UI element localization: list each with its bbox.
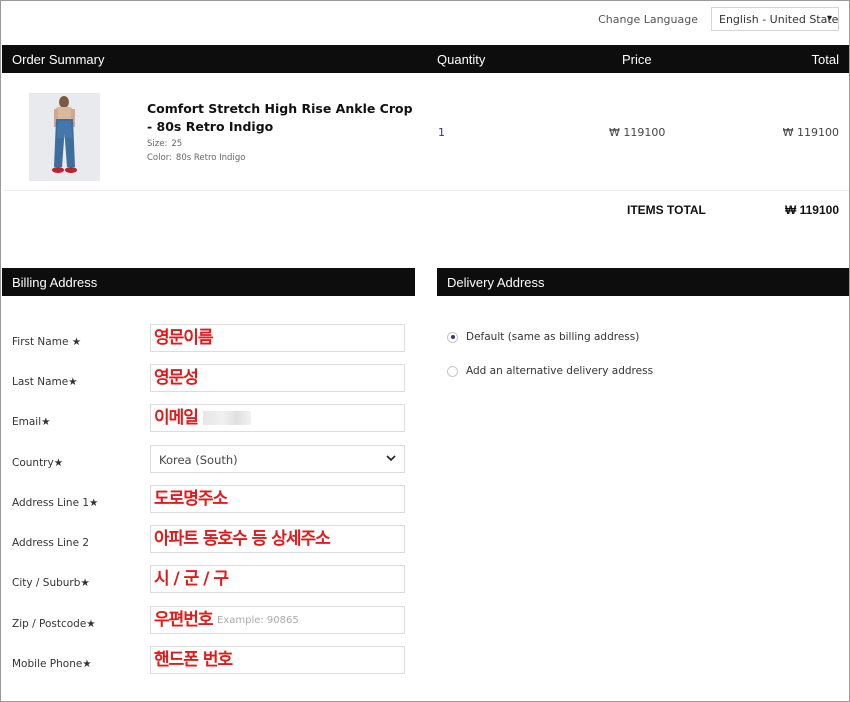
delivery-option-alternative-label: Add an alternative delivery address [466, 365, 654, 377]
zip-label: Zip / Postcode★ [12, 618, 96, 630]
country-row: Country★ Korea (South) [12, 445, 407, 475]
color-label: Color: [147, 153, 172, 163]
product-color: Color: 80s Retro Indigo [147, 153, 245, 163]
change-language-label: Change Language [598, 12, 698, 26]
address-line-2-input[interactable]: 아파트 동호수 등 상세주소 [150, 525, 405, 553]
items-total-value: ₩ 119100 [784, 203, 839, 217]
item-price: ₩ 119100 [609, 126, 666, 139]
order-summary-title: Order Summary [12, 52, 105, 67]
summary-divider [2, 190, 849, 191]
total-column-header: Total [811, 52, 839, 67]
city-annotation: 시 / 군 / 구 [154, 569, 229, 589]
city-row: City / Suburb★ 시 / 군 / 구 [12, 565, 407, 595]
radio-selected-icon[interactable] [447, 331, 458, 343]
zip-placeholder: Example: 90865 [217, 615, 299, 626]
email-label: Email★ [12, 416, 51, 428]
address-line-1-label: Address Line 1★ [12, 497, 99, 509]
email-row: Email★ 이메일 [12, 404, 407, 434]
size-label: Size: [147, 139, 168, 149]
mobile-phone-row: Mobile Phone★ 핸드폰 번호 [12, 646, 407, 676]
order-summary-header: Order Summary Quantity Price Total [2, 45, 849, 73]
first-name-annotation: 영문이름 [154, 328, 214, 348]
country-label: Country★ [12, 457, 64, 469]
first-name-label: First Name ★ [12, 336, 82, 348]
last-name-input[interactable]: 영문성 [150, 364, 405, 392]
size-value: 25 [171, 139, 183, 149]
country-select[interactable]: Korea (South) [150, 445, 405, 473]
last-name-label: Last Name★ [12, 376, 78, 388]
city-input[interactable]: 시 / 군 / 구 [150, 565, 405, 593]
zip-row: Zip / Postcode★ Example: 90865 우편번호 [12, 606, 407, 636]
language-select[interactable]: English - United States ▾ [711, 7, 839, 31]
address-line-2-row: Address Line 2 아파트 동호수 등 상세주소 [12, 525, 407, 555]
address-line-2-annotation: 아파트 동호수 등 상세주소 [154, 529, 331, 549]
item-quantity: 1 [438, 126, 445, 139]
delivery-option-alternative[interactable]: Add an alternative delivery address [447, 365, 653, 377]
color-value: 80s Retro Indigo [175, 153, 246, 163]
items-total-label: ITEMS TOTAL [627, 203, 706, 217]
radio-unselected-icon[interactable] [447, 365, 458, 377]
mobile-phone-label: Mobile Phone★ [12, 658, 92, 670]
email-input[interactable]: 이메일 [150, 404, 405, 432]
city-label: City / Suburb★ [12, 577, 90, 589]
last-name-row: Last Name★ 영문성 [12, 364, 407, 394]
zip-input[interactable]: Example: 90865 우편번호 [150, 606, 405, 634]
delivery-option-default[interactable]: Default (same as billing address) [447, 331, 639, 343]
address-line-2-label: Address Line 2 [12, 537, 90, 549]
first-name-input[interactable]: 영문이름 [150, 324, 405, 352]
zip-annotation: 우편번호 [154, 610, 214, 630]
email-annotation: 이메일 [154, 408, 199, 428]
price-column-header: Price [622, 52, 652, 67]
product-image [29, 93, 100, 181]
quantity-column-header: Quantity [437, 52, 486, 67]
product-size: Size: 25 [147, 139, 182, 149]
item-total: ₩ 119100 [782, 126, 839, 139]
delivery-option-default-label: Default (same as billing address) [466, 331, 640, 343]
billing-address-header: Billing Address [2, 268, 415, 296]
chevron-down-icon: ▾ [826, 13, 832, 24]
country-select-value: Korea (South) [159, 453, 238, 467]
mobile-phone-annotation: 핸드폰 번호 [154, 650, 233, 670]
language-bar: Change Language English - United States … [598, 6, 839, 32]
last-name-annotation: 영문성 [154, 368, 199, 388]
address-line-1-input[interactable]: 도로명주소 [150, 485, 405, 513]
chevron-down-icon [386, 455, 396, 462]
first-name-row: First Name ★ 영문이름 [12, 324, 407, 354]
address-line-1-annotation: 도로명주소 [154, 489, 228, 509]
language-select-value: English - United States [719, 12, 839, 26]
address-line-1-row: Address Line 1★ 도로명주소 [12, 485, 407, 515]
redacted-email [203, 411, 251, 425]
product-name[interactable]: Comfort Stretch High Rise Ankle Crop - 8… [147, 100, 417, 136]
mobile-phone-input[interactable]: 핸드폰 번호 [150, 646, 405, 674]
delivery-address-header: Delivery Address [437, 268, 849, 296]
